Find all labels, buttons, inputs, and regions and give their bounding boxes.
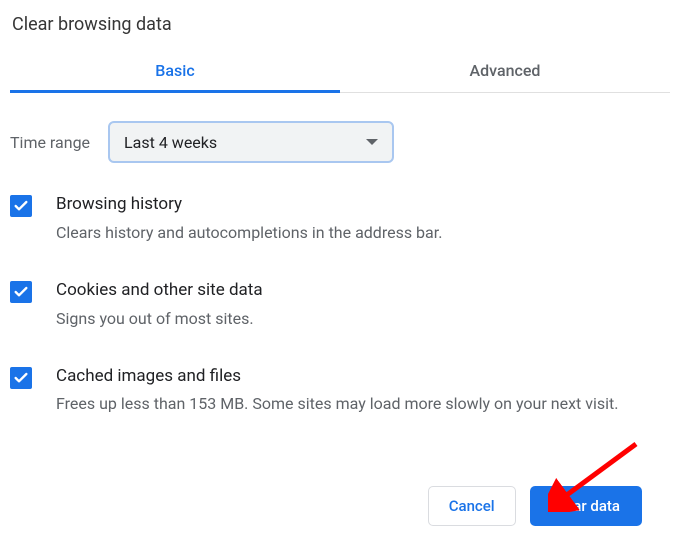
option-title: Cached images and files xyxy=(56,365,618,389)
check-icon xyxy=(13,198,29,214)
dialog-footer: Cancel Clear data xyxy=(428,486,642,526)
time-range-label: Time range xyxy=(10,133,108,152)
option-cookies: Cookies and other site data Signs you ou… xyxy=(10,279,670,365)
checkbox-cookies[interactable] xyxy=(10,281,32,303)
cancel-button[interactable]: Cancel xyxy=(428,486,516,526)
option-desc: Frees up less than 153 MB. Some sites ma… xyxy=(56,388,618,416)
check-icon xyxy=(13,284,29,300)
option-desc: Clears history and autocompletions in th… xyxy=(56,217,442,245)
option-desc: Signs you out of most sites. xyxy=(56,303,263,331)
dialog-title: Clear browsing data xyxy=(10,8,670,49)
time-range-row: Time range Last 4 weeks xyxy=(10,93,670,193)
tab-basic[interactable]: Basic xyxy=(10,49,340,92)
cancel-button-label: Cancel xyxy=(449,497,495,515)
option-cache: Cached images and files Frees up less th… xyxy=(10,365,670,451)
option-browsing-history: Browsing history Clears history and auto… xyxy=(10,193,670,279)
option-title: Cookies and other site data xyxy=(56,279,263,303)
clear-data-button-label: Clear data xyxy=(552,497,620,515)
option-text: Browsing history Clears history and auto… xyxy=(32,193,442,245)
option-title: Browsing history xyxy=(56,193,442,217)
clear-browsing-data-dialog: Clear browsing data Basic Advanced Time … xyxy=(0,0,680,450)
checkbox-cache[interactable] xyxy=(10,367,32,389)
time-range-dropdown[interactable]: Last 4 weeks xyxy=(108,121,394,163)
option-text: Cached images and files Frees up less th… xyxy=(32,365,618,417)
option-text: Cookies and other site data Signs you ou… xyxy=(32,279,263,331)
tab-advanced[interactable]: Advanced xyxy=(340,49,670,92)
chevron-down-icon xyxy=(366,139,378,145)
tab-basic-label: Basic xyxy=(155,61,194,80)
time-range-value: Last 4 weeks xyxy=(124,133,217,152)
tab-advanced-label: Advanced xyxy=(470,61,541,80)
check-icon xyxy=(13,370,29,386)
checkbox-browsing-history[interactable] xyxy=(10,195,32,217)
clear-data-button[interactable]: Clear data xyxy=(530,486,642,526)
tabs-container: Basic Advanced xyxy=(10,49,670,93)
